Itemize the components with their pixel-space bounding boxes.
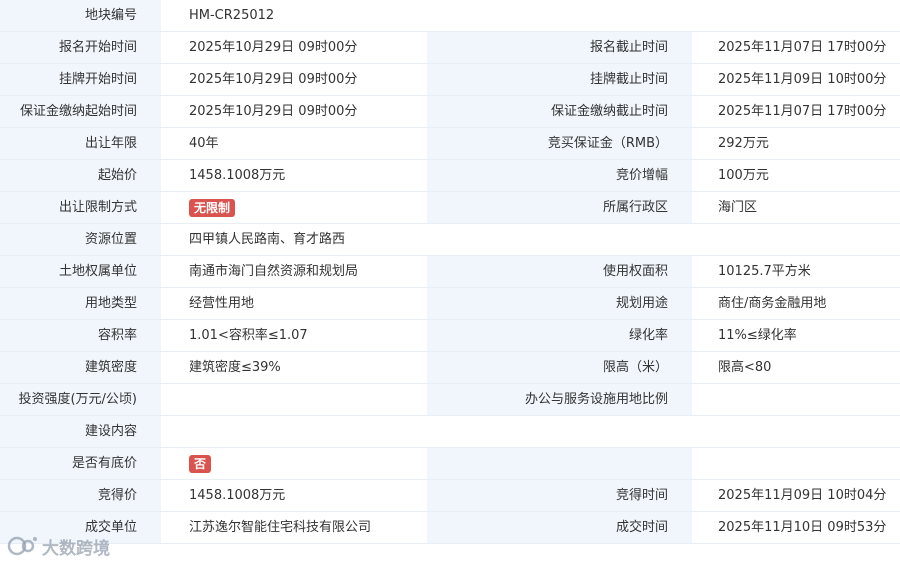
status-badge: 无限制 [189,198,236,217]
field-label: 使用权面积 [427,256,692,288]
field-value [161,416,900,448]
field-value: 1458.1008万元 [161,480,427,512]
field-label: 挂牌截止时间 [427,64,692,96]
field-value: 2025年10月29日 09时00分 [161,64,427,96]
field-label: 办公与服务设施用地比例 [427,384,692,416]
field-label: 投资强度(万元/公顷) [0,384,161,416]
field-label: 竞得时间 [427,480,692,512]
field-label: 资源位置 [0,224,161,256]
field-label: 报名截止时间 [427,32,692,64]
field-label: 竞买保证金（RMB） [427,128,692,160]
field-value: 2025年10月29日 09时00分 [161,32,427,64]
field-value: 经营性用地 [161,288,427,320]
field-value: 限高<80 [692,352,900,384]
field-label: 保证金缴纳起始时间 [0,96,161,128]
field-value: 四甲镇人民路南、育才路西 [161,224,900,256]
field-value [692,448,900,480]
field-value: 10125.7平方米 [692,256,900,288]
field-label: 容积率 [0,320,161,352]
field-label: 土地权属单位 [0,256,161,288]
field-value: 商住/商务金融用地 [692,288,900,320]
field-label: 竞得价 [0,480,161,512]
field-value: 南通市海门自然资源和规划局 [161,256,427,288]
field-label [427,448,692,480]
field-value: 否 [161,448,427,480]
field-value [692,384,900,416]
field-label: 用地类型 [0,288,161,320]
field-value [161,384,427,416]
field-value: 2025年11月07日 17时00分 [692,96,900,128]
field-value: 无限制 [161,192,427,224]
field-label: 成交时间 [427,512,692,544]
field-value: 1458.1008万元 [161,160,427,192]
field-label: 报名开始时间 [0,32,161,64]
field-value: HM-CR25012 [161,0,900,32]
field-value: 2025年11月09日 10时04分 [692,480,900,512]
field-value: 江苏逸尔智能住宅科技有限公司 [161,512,427,544]
field-label: 建筑密度 [0,352,161,384]
field-label: 是否有底价 [0,448,161,480]
field-label: 所属行政区 [427,192,692,224]
field-value: 2025年11月07日 17时00分 [692,32,900,64]
field-value: 2025年11月10日 09时53分 [692,512,900,544]
field-label: 保证金缴纳截止时间 [427,96,692,128]
field-value: 2025年11月09日 10时00分 [692,64,900,96]
field-label: 绿化率 [427,320,692,352]
field-label: 起始价 [0,160,161,192]
field-value: 海门区 [692,192,900,224]
field-label: 建设内容 [0,416,161,448]
field-value: 建筑密度≤39% [161,352,427,384]
field-label: 出让限制方式 [0,192,161,224]
field-label: 竞价增幅 [427,160,692,192]
field-label: 限高（米） [427,352,692,384]
field-value: 292万元 [692,128,900,160]
field-value: 100万元 [692,160,900,192]
field-label: 规划用途 [427,288,692,320]
field-label: 成交单位 [0,512,161,544]
land-info-table: 地块编号 HM-CR25012 报名开始时间 2025年10月29日 09时00分 报名… [0,0,900,544]
field-value: 2025年10月29日 09时00分 [161,96,427,128]
field-label: 地块编号 [0,0,161,32]
field-label: 挂牌开始时间 [0,64,161,96]
field-label: 出让年限 [0,128,161,160]
field-value: 1.01<容积率≤1.07 [161,320,427,352]
field-value: 40年 [161,128,427,160]
status-badge: 否 [189,454,212,473]
field-value: 11%≤绿化率 [692,320,900,352]
